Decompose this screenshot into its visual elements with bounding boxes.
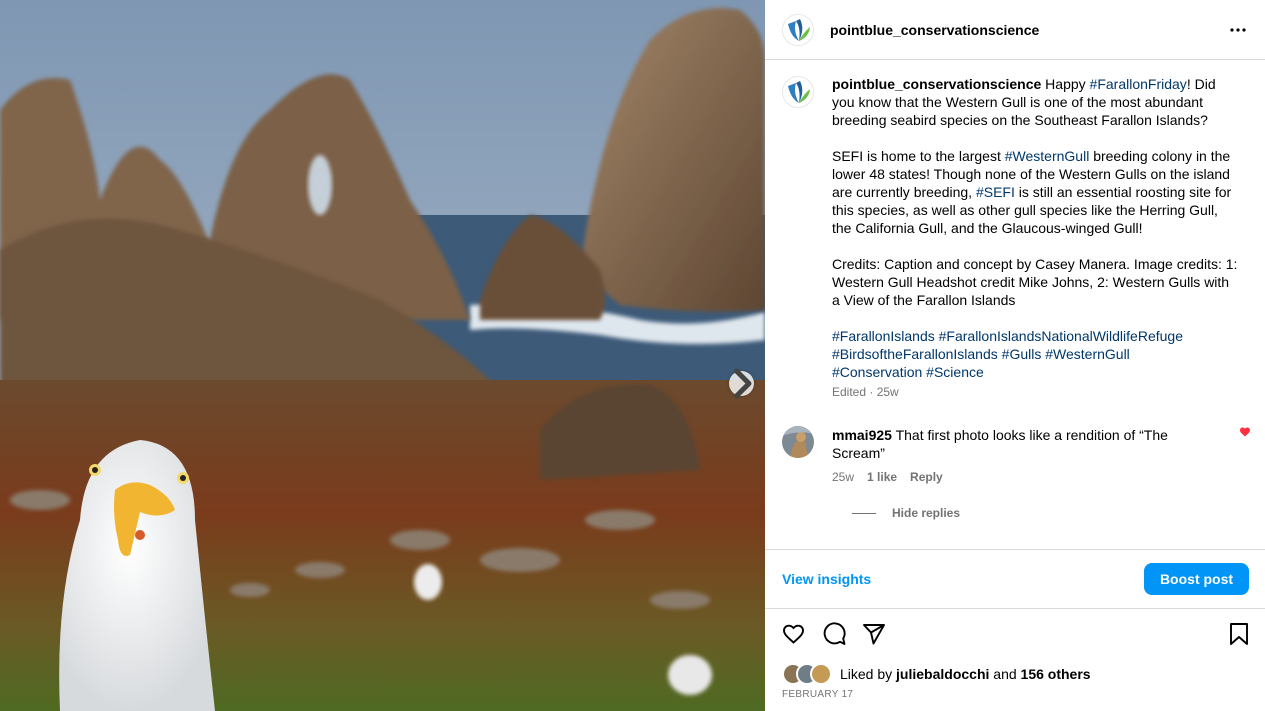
comment-username[interactable]: mmai925 [832, 427, 892, 443]
commenter-photo-icon [782, 426, 814, 458]
likes-summary: Liked by juliebaldocchi and 156 others [782, 663, 1091, 685]
gull-photo-image [0, 0, 765, 711]
caption-credits: Credits: Caption and concept by Casey Ma… [832, 256, 1242, 308]
hashtag-link[interactable]: #FarallonIslandsNationalWildlifeRefuge [939, 328, 1183, 344]
post-photo[interactable] [0, 0, 765, 711]
header-username[interactable]: pointblue_conservationscience [830, 22, 1039, 38]
hashtag-link[interactable]: #WesternGull [1045, 346, 1130, 362]
action-bar [765, 620, 1265, 648]
hashtag-link[interactable]: #BirdsoftheFarallonIslands [832, 346, 998, 362]
hide-replies-button[interactable]: Hide replies [852, 506, 1248, 520]
more-options-icon[interactable] [1230, 22, 1246, 38]
avatar[interactable] [782, 13, 814, 46]
caption-avatar[interactable] [782, 76, 814, 108]
post-date: FEBRUARY 17 [782, 689, 854, 700]
hashtag-link[interactable]: #SEFI [976, 184, 1015, 200]
caption-text: pointblue_conservationscience Happy #Far… [832, 75, 1238, 381]
caption: pointblue_conservationscience Happy #Far… [765, 61, 1265, 399]
edited-timestamp: Edited · 25w [832, 385, 899, 399]
pointblue-logo-icon [783, 14, 813, 45]
caption-part: Happy [1041, 76, 1090, 92]
reply-button[interactable]: Reply [910, 470, 943, 484]
liker-username[interactable]: juliebaldocchi [896, 666, 989, 682]
comment-text: mmai925 That first photo looks like a re… [832, 426, 1202, 462]
caption-part: SEFI is home to the largest [832, 148, 1005, 164]
next-image-button[interactable] [729, 368, 754, 399]
hashtag-link[interactable]: #FarallonIslands [832, 328, 935, 344]
share-icon[interactable] [862, 622, 886, 646]
hashtag-link[interactable]: #Gulls [1002, 346, 1042, 362]
liker-avatars [782, 663, 836, 685]
insights-bar: View insights Boost post [765, 549, 1265, 609]
comment-icon[interactable] [822, 622, 847, 646]
hashtag-link[interactable]: #Science [926, 364, 984, 380]
like-heart-icon[interactable] [781, 622, 806, 646]
others-likes-link[interactable]: 156 others [1021, 666, 1091, 682]
comment-likes-link[interactable]: 1 like [867, 470, 897, 484]
hide-replies-label: Hide replies [892, 506, 961, 520]
comment-time: 25w [832, 470, 855, 484]
post-header: pointblue_conservationscience [765, 0, 1265, 60]
hashtag-link[interactable]: #Conservation [832, 364, 922, 380]
liker-avatar [810, 663, 832, 685]
liked-by-prefix: Liked by [840, 666, 897, 682]
liked-by-mid: and [989, 666, 1021, 682]
caption-username[interactable]: pointblue_conservationscience [832, 76, 1041, 92]
view-insights-link[interactable]: View insights [782, 571, 871, 587]
liked-by-text: Liked by juliebaldocchi and 156 others [840, 666, 1091, 682]
comment-item: mmai925 That first photo looks like a re… [765, 426, 1265, 520]
hashtag-link[interactable]: #FarallonFriday [1090, 76, 1187, 92]
post-sidebar: pointblue_conservationscience pointblue_… [765, 0, 1265, 711]
comments-scroll-area[interactable]: pointblue_conservationscience Happy #Far… [765, 61, 1265, 549]
comment-heart-icon[interactable] [1239, 426, 1251, 438]
boost-post-button[interactable]: Boost post [1144, 563, 1249, 595]
pointblue-logo-icon [783, 77, 813, 107]
replies-divider [852, 512, 876, 514]
commenter-avatar[interactable] [782, 426, 814, 458]
save-bookmark-icon[interactable] [1228, 622, 1250, 646]
hashtag-link[interactable]: #WesternGull [1005, 148, 1090, 164]
chevron-right-icon [734, 368, 752, 399]
comment-meta: 25w 1 like Reply [832, 470, 1248, 484]
